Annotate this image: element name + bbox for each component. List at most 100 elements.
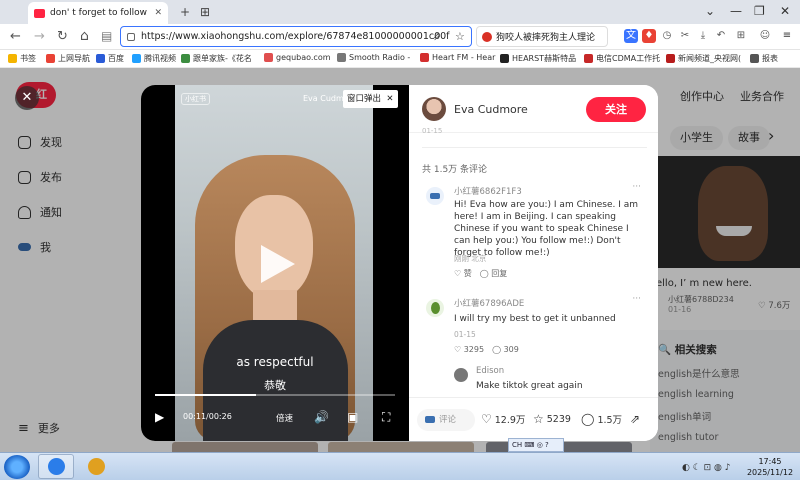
browser-taskbar-button[interactable] (38, 454, 74, 479)
video-progress-bar[interactable] (155, 394, 395, 396)
share-icon: ⇗ (630, 412, 641, 426)
taskbar-clock[interactable]: 17:45 2025/11/12 (744, 456, 796, 478)
reply-username[interactable]: Edison (476, 366, 504, 376)
comment-reply-button[interactable]: ◯ 309 (492, 345, 519, 354)
comment-input[interactable]: 评论 (417, 409, 475, 431)
comment-reply-button[interactable]: ◯ 回复 (480, 268, 508, 279)
bookmark-item[interactable]: 新闻频道_央视网( (666, 53, 741, 64)
comment-count: 共 1.5万 条评论 (422, 165, 488, 175)
play-icon[interactable]: ▶ (155, 410, 164, 424)
site-icon (666, 54, 675, 63)
bookmark-item[interactable]: HEARST赫斯特品 (500, 53, 576, 64)
search-box[interactable]: 狗咬人被摔死狗主人理论 (476, 26, 608, 47)
commenter-avatar[interactable] (426, 299, 444, 317)
bookmark-item[interactable]: 腾讯视频 (132, 53, 176, 64)
bookmark-item[interactable]: 书签 (8, 53, 36, 64)
share-button[interactable]: ⇗ (630, 412, 643, 426)
bookmark-item[interactable]: 电信CDMA工作托 (584, 53, 660, 64)
apps-icon[interactable]: ⊞ (734, 29, 748, 43)
tab-grid-icon[interactable]: ⊞ (200, 4, 210, 20)
popout-close-icon[interactable]: ✕ (386, 94, 393, 104)
system-tray-icons[interactable]: ◐ ☾ ⊡ ◍ ♪ (682, 463, 731, 473)
fullscreen-icon[interactable]: ⛶ (382, 410, 390, 424)
star-icon (8, 54, 17, 63)
home-icon[interactable]: ⌂ (80, 28, 89, 44)
close-modal-icon[interactable]: ✕ (15, 86, 39, 110)
share-icon[interactable]: ⇗ (432, 30, 441, 43)
tab-list-icon[interactable]: ⌄ (705, 3, 715, 19)
comment-text: Hi! Eva how are you:) I am Chinese. I am… (454, 200, 639, 258)
tab-strip: don' t forget to follow me! D ✕ + ⊞ ⌄ — … (0, 0, 800, 24)
maximize-icon[interactable]: ❐ (754, 3, 765, 19)
bookmark-item[interactable]: Heart FM - Hear (420, 53, 495, 62)
author-name[interactable]: Eva Cudmore (454, 103, 528, 116)
site-icon (96, 54, 105, 63)
play-overlay-icon[interactable] (261, 245, 295, 283)
video-time: 00:11/00:26 (183, 412, 232, 421)
start-button-icon[interactable] (4, 455, 30, 479)
cut-icon[interactable]: ✂ (678, 29, 692, 43)
menu-icon[interactable]: ≡ (780, 29, 794, 43)
subtitle-chinese: 恭敬 (264, 379, 286, 392)
comment-icon: ◯ (581, 412, 595, 426)
close-window-icon[interactable]: ✕ (780, 3, 790, 19)
commenter-avatar[interactable] (454, 368, 468, 382)
history-icon[interactable]: ◷ (660, 29, 674, 43)
account-icon[interactable]: ☺ (758, 29, 772, 43)
bookmark-item[interactable]: 报表 (750, 53, 778, 64)
site-icon (337, 53, 346, 62)
bookmark-item[interactable]: 跟单家族-《花名 (181, 53, 252, 64)
bookmark-item[interactable]: 上网导航 (46, 53, 90, 64)
picture-in-picture-icon[interactable]: ▣ (347, 410, 358, 424)
tab-close-icon[interactable]: ✕ (154, 8, 162, 18)
url-bar[interactable]: https://www.xiaohongshu.com/explore/6787… (120, 26, 472, 47)
reply-text: Make tiktok great again (476, 381, 583, 391)
language-bar[interactable]: CH ⌨ ◎ ? (508, 438, 564, 452)
popout-button[interactable]: 窗口弹出 ✕ (343, 90, 398, 108)
comment-like-button[interactable]: ♡ 3295 (454, 345, 484, 354)
speed-button[interactable]: 倍速 (276, 412, 293, 424)
like-count: 3295 (463, 345, 485, 354)
more-dots-icon[interactable]: ··· (632, 294, 641, 304)
bookmark-item[interactable]: Smooth Radio - (337, 53, 410, 62)
url-text[interactable]: https://www.xiaohongshu.com/explore/6787… (141, 31, 465, 42)
comment-meta: 刚刚 北京 (454, 254, 487, 263)
collect-button[interactable]: ☆ 5239 (533, 412, 571, 426)
heart-icon: ♡ (481, 412, 492, 426)
minimize-icon[interactable]: — (730, 3, 742, 19)
search-text[interactable]: 狗咬人被摔死狗主人理论 (496, 30, 595, 43)
author-avatar[interactable] (422, 97, 446, 121)
comment-username[interactable]: 小红薯67896ADE (454, 297, 524, 309)
undo-icon[interactable]: ↶ (714, 29, 728, 43)
bookmark-star-icon[interactable]: ☆ (455, 30, 465, 43)
forward-icon[interactable]: → (34, 29, 45, 45)
bookmark-label: HEARST赫斯特品 (512, 54, 577, 63)
bookmark-item[interactable]: gequbao.com (264, 53, 331, 62)
comment-total: 1.5万 (597, 415, 623, 426)
clock-time: 17:45 (758, 457, 782, 466)
clock-date: 2025/11/12 (746, 468, 794, 477)
new-tab-icon[interactable]: + (180, 4, 190, 20)
extension-icon[interactable]: ♦ (642, 29, 656, 43)
bookmark-label: Heart FM - Hear (432, 53, 496, 62)
comment-like-button[interactable]: ♡ 赞 (454, 268, 472, 279)
refresh-icon[interactable]: ↻ (57, 29, 68, 45)
follow-button[interactable]: 关注 (586, 97, 646, 122)
more-dots-icon[interactable]: ··· (632, 182, 641, 192)
back-icon[interactable]: ← (10, 29, 21, 45)
comment-button[interactable]: ◯ 1.5万 (581, 412, 622, 426)
media-player-taskbar-button[interactable] (78, 454, 114, 479)
reading-icon[interactable]: ▤ (101, 28, 112, 44)
site-icon (181, 54, 190, 63)
download-icon[interactable]: ⤓ (696, 29, 710, 43)
bookmark-item[interactable]: 百度 (96, 53, 124, 64)
comment-username[interactable]: 小红薯6862F1F3 (454, 185, 522, 197)
translate-icon[interactable]: 文 (624, 29, 638, 43)
volume-icon[interactable]: 🔊 (314, 410, 329, 424)
video-player[interactable]: 小红书 Eva Cudmore 窗口弹出 ✕ as respectful 恭敬 … (141, 85, 409, 441)
bookmarks-bar: 书签 上网导航 百度 腾讯视频 跟单家族-《花名 gequbao.com Smo… (0, 50, 800, 68)
note-date: 01-15 (422, 127, 443, 135)
commenter-avatar[interactable] (426, 187, 444, 205)
active-tab[interactable]: don' t forget to follow me! D ✕ (28, 2, 168, 24)
like-button[interactable]: ♡ 12.9万 (481, 412, 525, 426)
